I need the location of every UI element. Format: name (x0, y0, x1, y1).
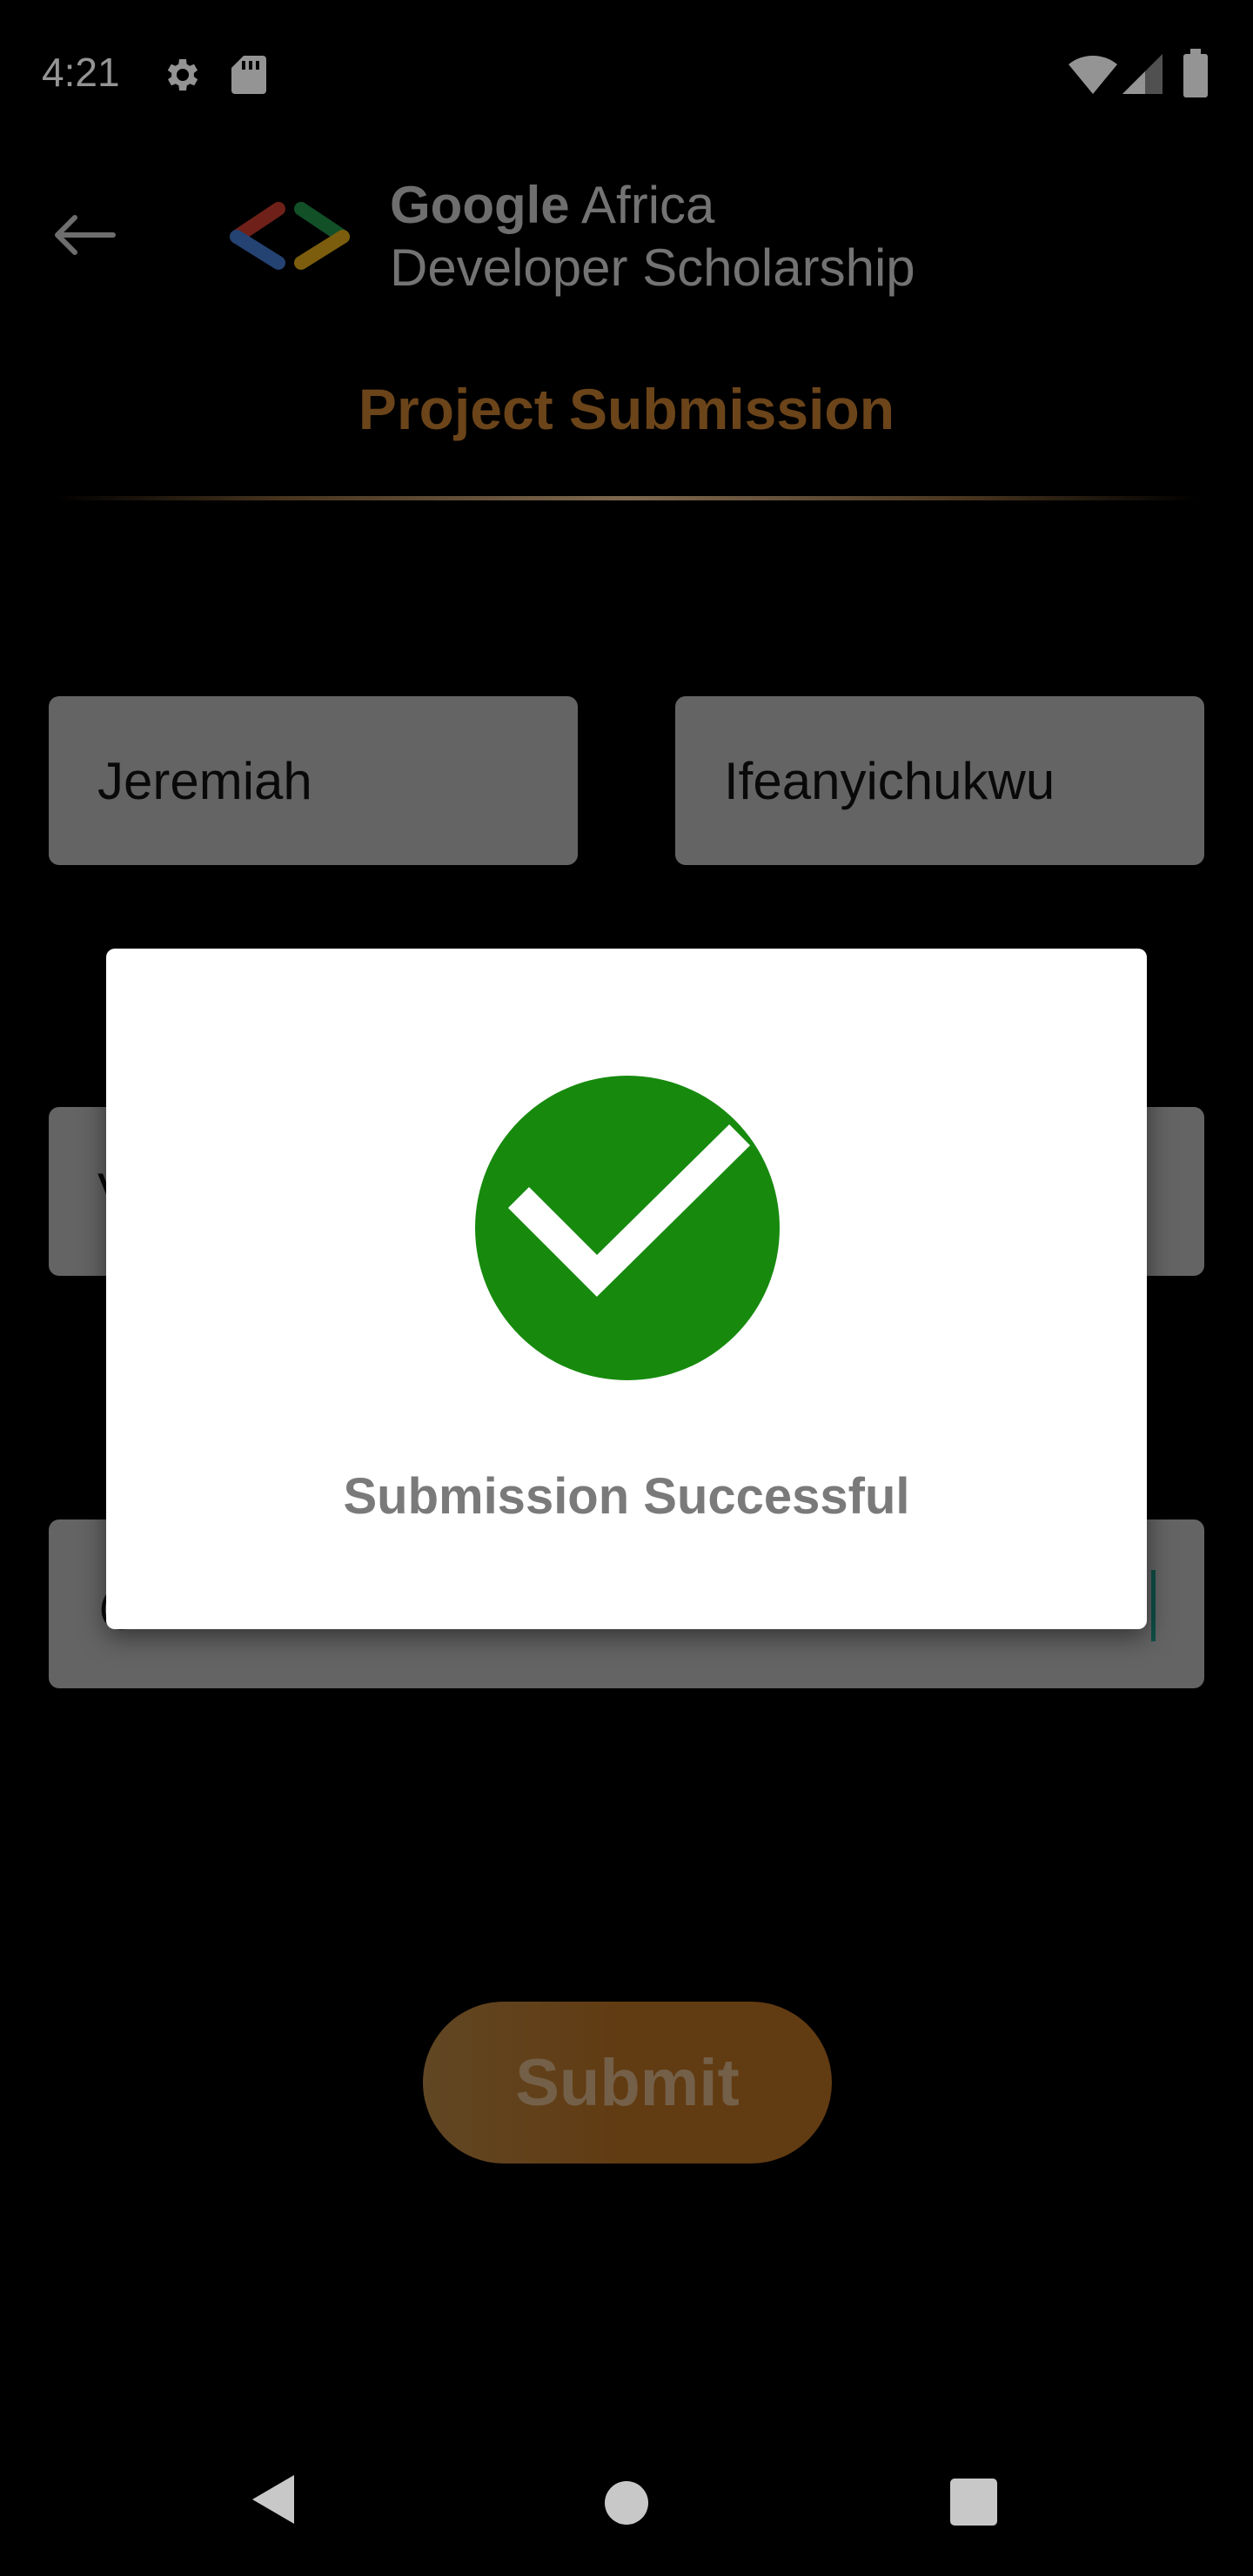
dialog-message: Submission Successful (343, 1468, 910, 1525)
home-circle-icon[interactable] (604, 2480, 649, 2526)
back-triangle-icon[interactable] (249, 2473, 298, 2526)
recents-square-icon[interactable] (950, 2479, 997, 2526)
success-dialog: Submission Successful (106, 949, 1147, 1629)
screen: 4:21 Google Africa Developer Scholarship… (0, 0, 1253, 2576)
check-circle-icon (475, 1076, 780, 1380)
